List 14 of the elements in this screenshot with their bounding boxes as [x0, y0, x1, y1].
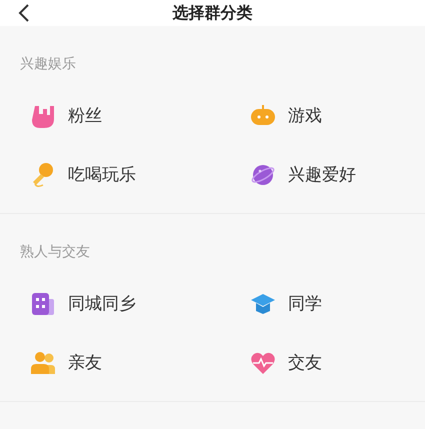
category-item[interactable]: 兴趣爱好 — [288, 163, 356, 186]
category-item[interactable]: 同城同乡 — [68, 292, 136, 315]
category-item[interactable]: 交友 — [288, 351, 322, 374]
category-item[interactable]: 亲友 — [68, 351, 102, 374]
people-icon — [30, 350, 56, 376]
building-icon — [30, 290, 56, 316]
section-title: 熟人与交友 — [20, 243, 90, 262]
section-title: 兴趣娱乐 — [20, 55, 76, 74]
category-item[interactable]: 同学 — [288, 292, 322, 315]
category-item[interactable]: 游戏 — [288, 104, 322, 127]
category-item[interactable]: 吃喝玩乐 — [68, 163, 136, 186]
category-item[interactable]: 粉丝 — [68, 104, 102, 127]
back-icon[interactable] — [18, 3, 30, 23]
page-title: 选择群分类 — [172, 2, 252, 24]
